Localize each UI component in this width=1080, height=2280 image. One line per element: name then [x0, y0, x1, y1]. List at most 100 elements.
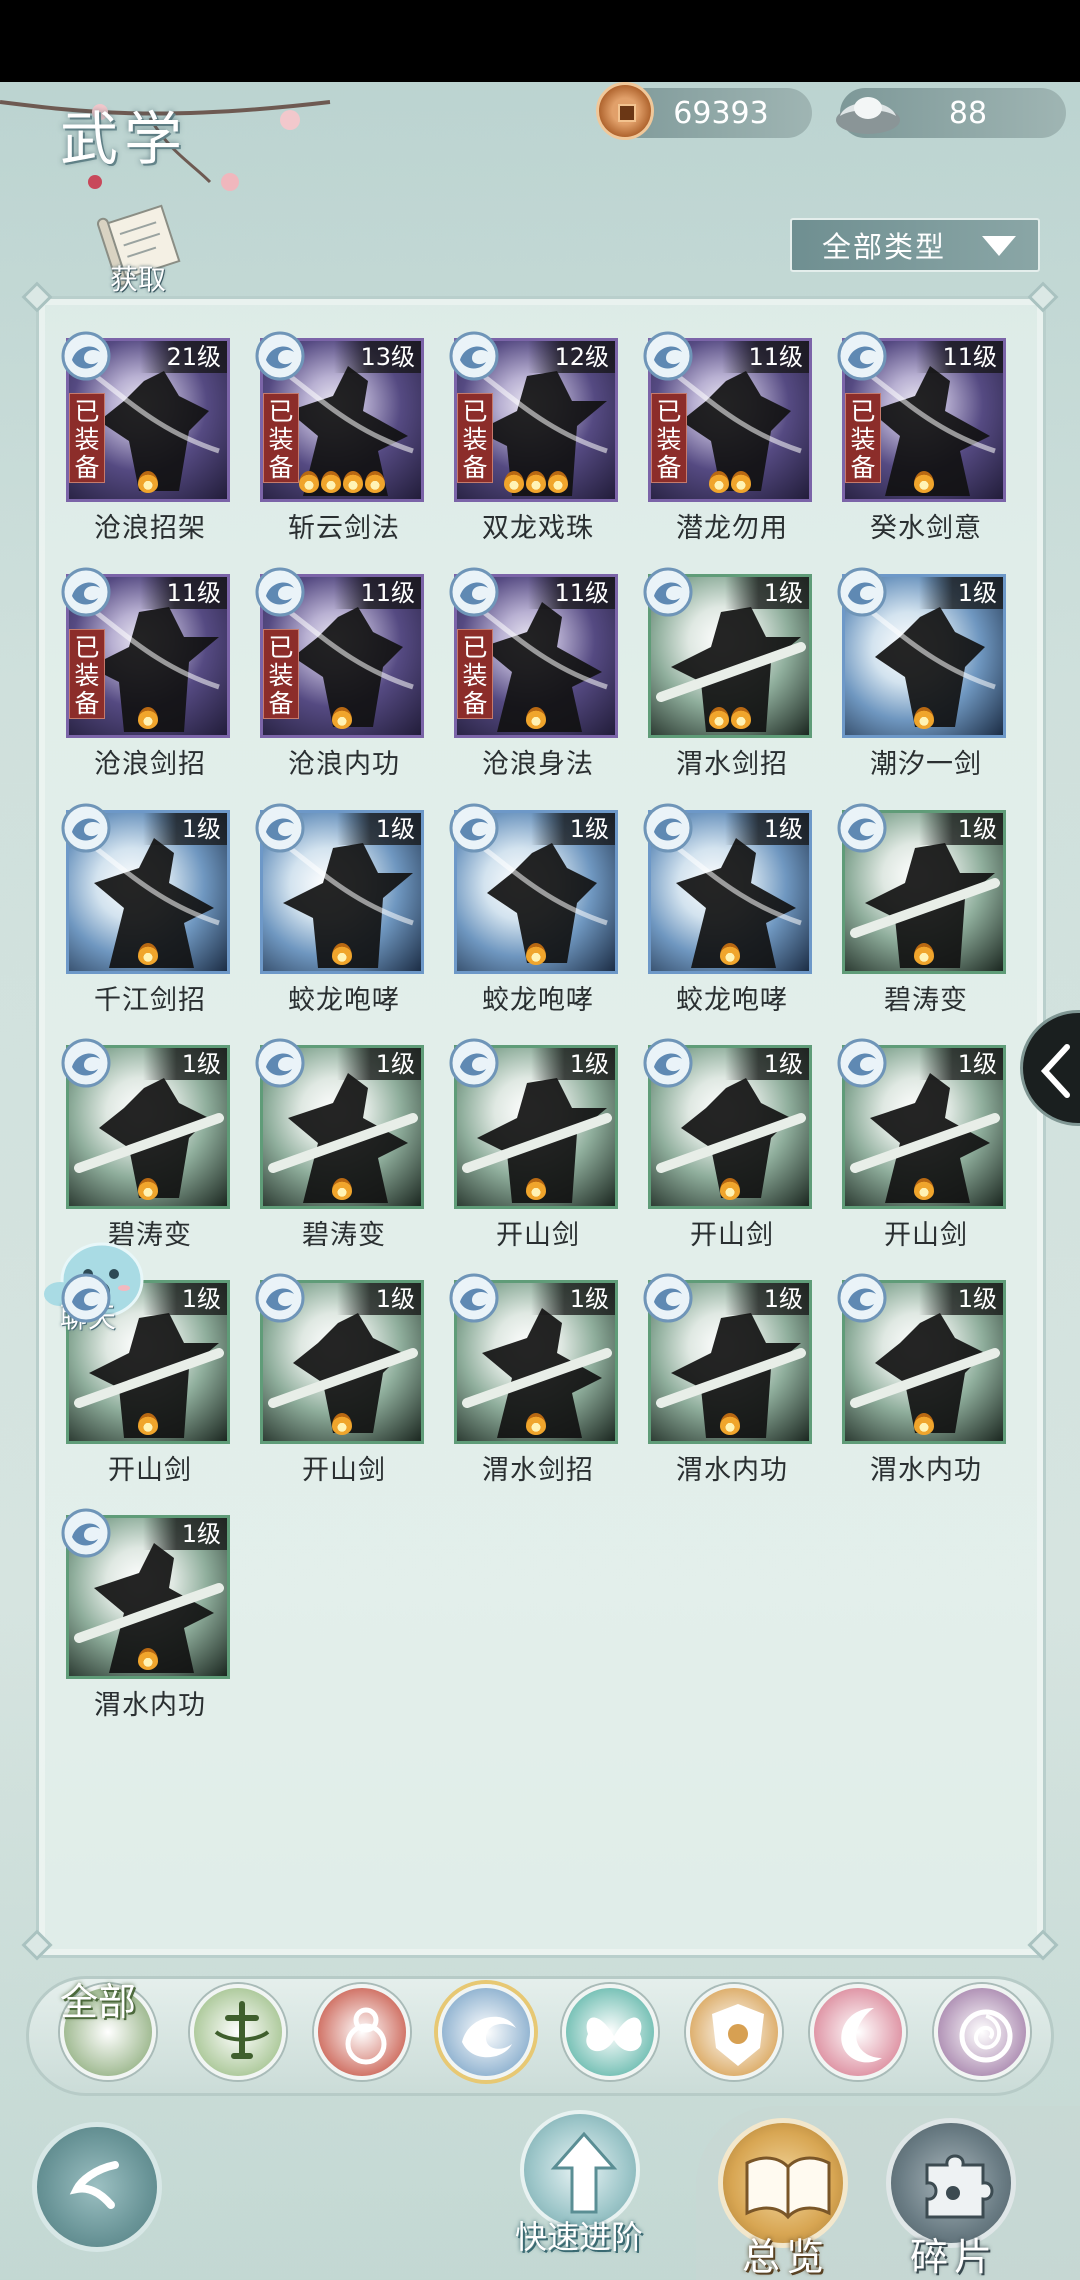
skill-card[interactable]: 1级 渭水内功: [642, 1272, 812, 1486]
wave-school-icon: [837, 803, 887, 853]
skill-card[interactable]: 21级 已装备 沧浪招架: [60, 330, 230, 544]
up-arrow-icon: [550, 2131, 618, 2214]
skill-name: 潮汐一剑: [870, 749, 982, 780]
skill-name: 开山剑: [302, 1455, 386, 1486]
skill-level: 13级: [334, 341, 421, 373]
skill-card[interactable]: 11级 已装备 沧浪身法: [448, 566, 618, 780]
skill-card[interactable]: 1级 渭水内功: [836, 1272, 1006, 1486]
wave-school-icon: [643, 1038, 693, 1088]
wave-school-icon: [255, 1038, 305, 1088]
star-rating: [845, 707, 1003, 731]
skill-card[interactable]: 1级 蛟龙咆哮: [642, 802, 812, 1016]
skill-card[interactable]: 1级 开山剑: [642, 1037, 812, 1251]
skill-card[interactable]: 1级 开山剑: [836, 1037, 1006, 1251]
star-flame-icon: [526, 1413, 546, 1435]
skill-card[interactable]: 1级 开山剑: [448, 1037, 618, 1251]
star-rating: [263, 1413, 421, 1437]
skill-card[interactable]: 1级开山剑: [254, 1272, 424, 1486]
skill-card[interactable]: 11级 已装备 潜龙勿用: [642, 330, 812, 544]
skill-name: 潜龙勿用: [676, 513, 788, 544]
skill-name: 双龙戏珠: [482, 513, 594, 544]
school-tab-all-label[interactable]: 全部: [60, 1982, 150, 2022]
star-flame-icon: [332, 1413, 352, 1435]
wave-school-icon: [61, 803, 111, 853]
school-tab-rose[interactable]: [934, 1984, 1030, 2080]
skill-card[interactable]: 1级 渭水剑招: [448, 1272, 618, 1486]
school-tab-flame-gourd[interactable]: [314, 1984, 410, 2080]
skill-card[interactable]: 11级 已装备 沧浪内功: [254, 566, 424, 780]
skill-card[interactable]: 1级 蛟龙咆哮: [254, 802, 424, 1016]
skill-level: 21级: [140, 341, 227, 373]
star-flame-icon: [138, 1648, 158, 1670]
wave-school-icon: [61, 1273, 111, 1323]
skill-level: 1级: [337, 1048, 421, 1080]
star-rating: [651, 943, 809, 967]
moon-icon: [841, 2008, 882, 2063]
school-tab-moon[interactable]: [810, 1984, 906, 2080]
chevron-left-icon: [1040, 1044, 1070, 1098]
star-flame-icon: [138, 1178, 158, 1200]
skill-card[interactable]: 11级 已装备 沧浪剑招: [60, 566, 230, 780]
skill-name: 碧涛变: [302, 1220, 386, 1251]
star-flame-icon: [731, 471, 751, 493]
fragment-label[interactable]: 碎片: [910, 2226, 998, 2280]
wave-school-icon: [61, 1038, 111, 1088]
wave-school-icon: [61, 567, 111, 617]
star-flame-icon: [343, 471, 363, 493]
filter-selected-value: 全部类型: [822, 230, 947, 264]
star-rating: [263, 707, 421, 731]
star-flame-icon: [332, 707, 352, 729]
equipped-badge: 已装备: [651, 393, 687, 483]
copper-coin-icon: [596, 82, 654, 140]
school-tab-wave[interactable]: [438, 1984, 534, 2080]
star-flame-icon: [332, 1178, 352, 1200]
skill-level: 1级: [919, 1048, 1003, 1080]
star-flame-icon: [504, 471, 524, 493]
school-tab-shield[interactable]: [686, 1984, 782, 2080]
star-flame-icon: [548, 471, 568, 493]
skill-card[interactable]: 13级 已装备 斩云剑法: [254, 330, 424, 544]
skill-card[interactable]: 1级 渭水内功: [60, 1507, 230, 1721]
school-tab-butterfly[interactable]: [562, 1984, 658, 2080]
shield-icon: [712, 2004, 764, 2066]
skill-level: 1级: [337, 1283, 421, 1315]
wave-school-icon: [837, 331, 887, 381]
wave-school-icon: [837, 1273, 887, 1323]
skill-card[interactable]: 1级 碧涛变: [836, 802, 1006, 1016]
star-rating: [69, 1178, 227, 1202]
star-flame-icon: [709, 707, 729, 729]
overview-label[interactable]: 总览: [742, 2226, 830, 2280]
skill-card[interactable]: 1级 碧涛变: [60, 1037, 230, 1251]
acquire-label[interactable]: 获取: [110, 258, 166, 298]
school-tab-sword[interactable]: [190, 1984, 286, 2080]
type-filter-dropdown[interactable]: 全部类型: [790, 218, 1040, 272]
skill-level: 11级: [528, 577, 615, 609]
wave-school-icon: [449, 1273, 499, 1323]
quick-advance-label[interactable]: 快速进阶: [515, 2212, 643, 2258]
skill-level: 1级: [725, 813, 809, 845]
star-rating: [69, 1413, 227, 1437]
page-title: 武学: [60, 105, 189, 173]
wave-school-icon: [837, 567, 887, 617]
star-flame-icon: [526, 1178, 546, 1200]
equipped-badge: 已装备: [69, 393, 105, 483]
skill-level: 12级: [528, 341, 615, 373]
skill-level: 1级: [337, 813, 421, 845]
star-rating: [263, 1178, 421, 1202]
skill-card[interactable]: 1级 蛟龙咆哮: [448, 802, 618, 1016]
skill-card[interactable]: 1级碧涛变: [254, 1037, 424, 1251]
skill-card[interactable]: 12级 已装备 双龙戏珠: [448, 330, 618, 544]
skill-card[interactable]: 11级 已装备 癸水剑意: [836, 330, 1006, 544]
skill-card[interactable]: 1级 潮汐一剑: [836, 566, 1006, 780]
star-rating: [457, 1413, 615, 1437]
silver-counter[interactable]: 88: [836, 88, 1066, 138]
back-button[interactable]: [32, 2122, 162, 2252]
star-flame-icon: [720, 943, 740, 965]
skill-card[interactable]: 1级 渭水剑招: [642, 566, 812, 780]
sword-icon: [214, 2001, 270, 2059]
wave-school-icon: [643, 567, 693, 617]
coin-counter[interactable]: 69393: [596, 82, 812, 140]
star-flame-icon: [709, 471, 729, 493]
skill-card[interactable]: 1级 千江剑招: [60, 802, 230, 1016]
wave-school-icon: [449, 331, 499, 381]
